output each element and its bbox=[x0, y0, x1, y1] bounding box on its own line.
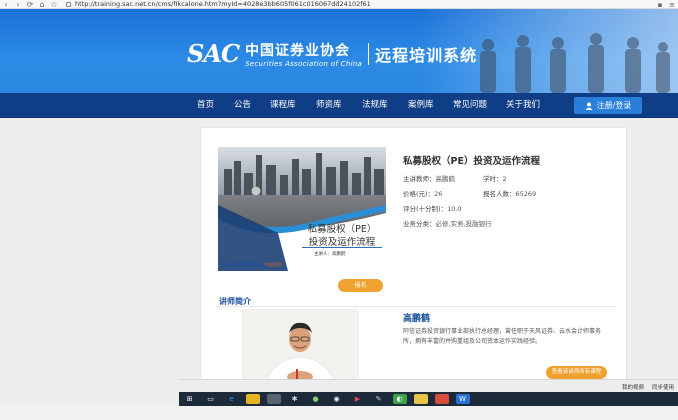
notes-icon[interactable] bbox=[413, 394, 428, 404]
cover-speaker: 主讲人：高鹏鹤 bbox=[314, 252, 346, 257]
word-icon[interactable]: W bbox=[455, 394, 470, 404]
nav-cases[interactable]: 案例库 bbox=[408, 93, 434, 118]
score-label: 评分(十分制)： bbox=[403, 205, 448, 213]
enrolled-label: 报名人数： bbox=[483, 190, 516, 198]
nav-courses[interactable]: 课程库 bbox=[270, 93, 296, 118]
windows-taskbar: ⊞ ▭ e ✱ ● ◉ ▶ ✎ ◐ W bbox=[179, 392, 678, 406]
credits-label: 学时： bbox=[483, 175, 503, 183]
nav-faq[interactable]: 常见问题 bbox=[453, 93, 487, 118]
system-title: 远程培训系统 bbox=[375, 45, 478, 65]
edge-icon[interactable]: e bbox=[225, 394, 239, 404]
main-nav: 首页 公告 课程库 师资库 法规库 案例库 常见问题 关于我们 注册/登录 bbox=[0, 93, 678, 118]
teacher-label: 主讲教师： bbox=[403, 175, 436, 183]
app-icon[interactable] bbox=[266, 394, 281, 404]
price-row: 价格(元)：26 bbox=[403, 188, 442, 198]
teacher-bio: 阿信证券投资银行事业部执行总经理，曾任职于天风证券、云水会计师事务所，拥有丰富的… bbox=[403, 328, 602, 345]
wechat-icon[interactable]: ● bbox=[309, 394, 323, 404]
teacher-photo[interactable] bbox=[242, 309, 359, 387]
user-icon bbox=[585, 102, 593, 110]
browser-status-bar: 我的视频 同步使用 bbox=[179, 379, 678, 392]
cover-wave bbox=[218, 186, 386, 271]
home-icon[interactable]: ⌂ bbox=[36, 0, 48, 9]
menu-icon[interactable]: ≡ bbox=[666, 1, 678, 9]
page-margin bbox=[0, 379, 179, 406]
back-icon[interactable]: ‹ bbox=[0, 0, 12, 9]
sac-logo: SAC bbox=[187, 39, 240, 68]
cover-sac-logo: SAC中国证券业协会 bbox=[222, 263, 269, 269]
category-row: 业务分类：必修,实务,投融银行 bbox=[403, 218, 492, 228]
teacher-value[interactable]: 高鹏鹤 bbox=[436, 175, 456, 183]
banner-people-image bbox=[480, 33, 670, 93]
nav-about[interactable]: 关于我们 bbox=[506, 93, 540, 118]
media-icon[interactable]: ▶ bbox=[351, 394, 365, 404]
enrolled-value: 65269 bbox=[515, 190, 537, 198]
nav-home[interactable]: 首页 bbox=[197, 93, 214, 118]
file-explorer-icon[interactable] bbox=[245, 394, 260, 404]
category-label: 业务分类： bbox=[403, 220, 436, 228]
red-app-icon[interactable] bbox=[434, 394, 449, 404]
org-name-en: Securities Association of China bbox=[245, 59, 363, 68]
qq-icon[interactable]: ◉ bbox=[330, 394, 344, 404]
login-label: 注册/登录 bbox=[596, 101, 632, 110]
status-item-video[interactable]: 我的视频 bbox=[622, 383, 644, 391]
teacher-row: 主讲教师：高鹏鹤 bbox=[403, 173, 455, 183]
org-name: 中国证券业协会 Securities Association of China bbox=[245, 40, 362, 68]
score-row: 评分(十分制)：10.0 bbox=[403, 203, 462, 213]
price-value: 26 bbox=[434, 190, 443, 198]
nav-announcements[interactable]: 公告 bbox=[234, 93, 251, 118]
course-cover-image[interactable]: 私募股权（PE） 投资及运作流程 主讲人：高鹏鹤 SAC中国证券业协会 中国证券 bbox=[218, 147, 386, 271]
url-text: http://training.sac.net.cn/cms/fIkcalone… bbox=[75, 0, 371, 8]
teacher-portrait bbox=[242, 309, 359, 387]
login-button[interactable]: 注册/登录 bbox=[574, 97, 642, 114]
section-divider bbox=[216, 306, 616, 307]
nav-teachers[interactable]: 师资库 bbox=[316, 93, 342, 118]
star-icon[interactable]: ☆ bbox=[48, 0, 60, 9]
address-bar[interactable]: http://training.sac.net.cn/cms/fIkcalone… bbox=[66, 0, 371, 9]
settings-icon[interactable]: ✱ bbox=[288, 394, 302, 404]
page-icon bbox=[66, 1, 71, 7]
enrolled-row: 报名人数：65269 bbox=[483, 188, 536, 198]
task-view-icon[interactable]: ▭ bbox=[204, 394, 218, 404]
refresh-icon[interactable]: ⟳ bbox=[24, 0, 36, 9]
browser-actions: ▪ ≡ bbox=[654, 0, 678, 9]
forward-icon[interactable]: › bbox=[12, 0, 24, 9]
credits-value: 2 bbox=[502, 175, 507, 183]
screen-bottom bbox=[0, 406, 678, 420]
status-item-sync[interactable]: 同步使用 bbox=[652, 383, 674, 391]
tool-icon[interactable]: ✎ bbox=[372, 394, 386, 404]
extension-icon[interactable]: ▪ bbox=[654, 1, 666, 9]
cover-underline bbox=[302, 247, 382, 248]
browser-toolbar: ‹ › ⟳ ⌂ ☆ http://training.sac.net.cn/cms… bbox=[0, 0, 678, 9]
cover-title-line1: 私募股权（PE） bbox=[307, 224, 377, 235]
course-title: 私募股权（PE）投资及运作流程 bbox=[403, 156, 540, 167]
banner-logo[interactable]: SAC 中国证券业协会 Securities Association of Ch… bbox=[187, 39, 477, 68]
green-app-icon[interactable]: ◐ bbox=[392, 394, 407, 404]
start-icon[interactable]: ⊞ bbox=[183, 394, 197, 404]
price-label: 价格(元)： bbox=[403, 190, 435, 198]
org-name-cn: 中国证券业协会 bbox=[245, 42, 351, 59]
credits-row: 学时：2 bbox=[483, 173, 507, 183]
score-value: 10.0 bbox=[447, 205, 462, 213]
view-all-courses-button[interactable]: 查看该讲师所有课程 bbox=[546, 366, 607, 379]
title-divider bbox=[368, 42, 370, 65]
category-value: 必修,实务,投融银行 bbox=[435, 220, 492, 228]
cover-partner-logo: 中国证券 bbox=[264, 263, 282, 268]
signup-button[interactable]: 报名 bbox=[338, 279, 383, 292]
nav-regulations[interactable]: 法规库 bbox=[362, 93, 388, 118]
teacher-name: 高鹏鹤 bbox=[403, 314, 431, 324]
cover-title-line2: 投资及运作流程 bbox=[308, 237, 376, 248]
site-banner: SAC 中国证券业协会 Securities Association of Ch… bbox=[0, 9, 678, 93]
